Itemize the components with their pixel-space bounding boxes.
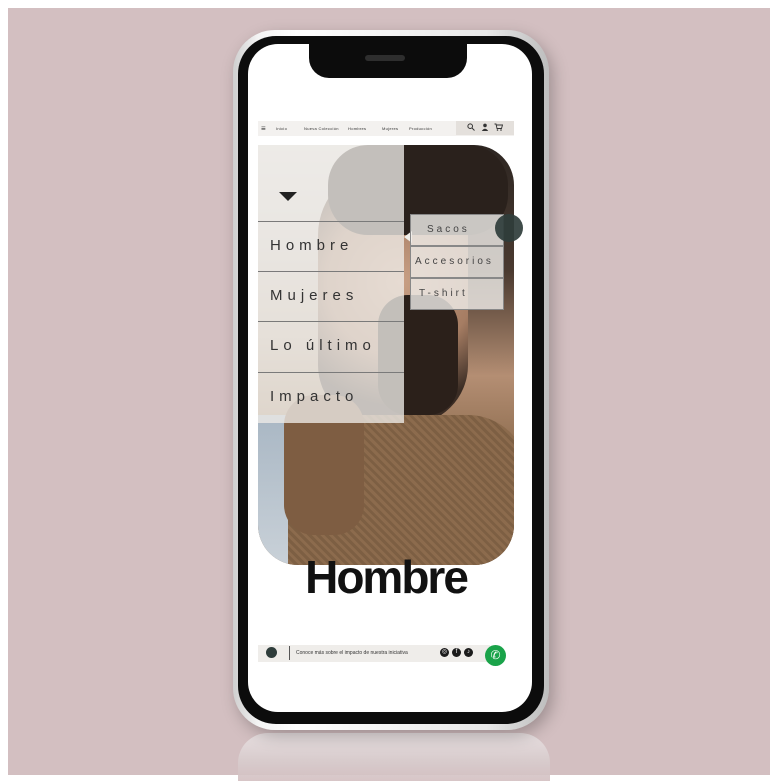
caret-down-icon[interactable] [279, 192, 297, 201]
speaker-grille [365, 55, 405, 61]
facebook-icon[interactable]: f [452, 648, 461, 657]
hero-title: Hombre [305, 551, 469, 603]
nav-link-hombres[interactable]: Hombres [348, 126, 366, 131]
cart-icon[interactable] [494, 123, 504, 133]
footer-text[interactable]: Conoce más sobre el impacto de nuestra i… [296, 650, 408, 656]
whatsapp-icon[interactable]: ✆ [485, 645, 506, 666]
search-icon[interactable] [467, 123, 475, 133]
menu-item-mujeres[interactable]: Mujeres [258, 271, 404, 320]
submenu-item-sacos[interactable]: Sacos [410, 214, 504, 246]
menu-item-impacto[interactable]: Impacto [258, 372, 404, 421]
nav-link-produccion[interactable]: Producción [409, 126, 432, 131]
menu-item-hombre[interactable]: Hombre [258, 221, 404, 270]
phone-reflection [238, 733, 550, 781]
submenu-item-accesorios[interactable]: Accesorios [410, 246, 504, 278]
menu-item-lo-ultimo[interactable]: Lo último [258, 321, 404, 370]
submenu-item-tshirt[interactable]: T-shirt [410, 278, 504, 310]
nav-link-nueva-coleccion[interactable]: Nueva Colección [304, 126, 339, 131]
tiktok-icon[interactable]: ♪ [464, 648, 473, 657]
nav-icon-group [456, 121, 514, 135]
nav-link-inicio[interactable]: Inicio [276, 126, 287, 131]
footer-divider [289, 646, 290, 660]
accent-dot [495, 214, 523, 242]
hamburger-icon[interactable]: ≡ [261, 125, 268, 133]
nav-link-mujeres[interactable]: Mujeres [382, 126, 398, 131]
instagram-icon[interactable]: ◎ [440, 648, 449, 657]
user-icon[interactable] [481, 123, 489, 133]
footer-dot [266, 647, 277, 658]
